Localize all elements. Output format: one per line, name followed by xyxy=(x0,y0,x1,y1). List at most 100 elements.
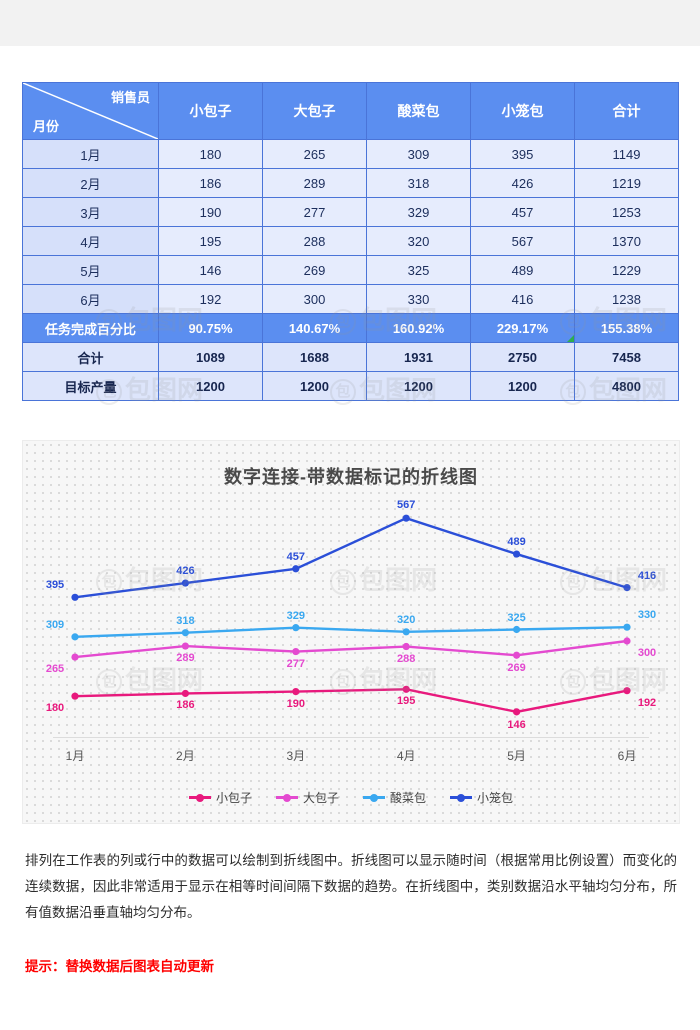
percent-cell: 229.17% xyxy=(470,313,575,343)
legend-label: 小包子 xyxy=(215,791,252,805)
comment-marker-icon xyxy=(567,335,574,342)
data-label: 395 xyxy=(45,579,65,592)
total-row-label: 合计 xyxy=(22,342,159,372)
data-label: 186 xyxy=(176,699,195,712)
sales-table: 销售员 月份 小包子 大包子 酸菜包 小笼包 合计 1月 180 265 309… xyxy=(22,82,679,401)
cell: 318 xyxy=(366,168,471,198)
legend-item[interactable]: 酸菜包 xyxy=(363,789,426,806)
col-header-2: 酸菜包 xyxy=(366,82,471,140)
cell: 195 xyxy=(158,226,263,256)
target-cell: 4800 xyxy=(574,371,679,401)
row-label: 6月 xyxy=(22,284,159,314)
target-cell: 1200 xyxy=(158,371,263,401)
col-header-3: 小笼包 xyxy=(470,82,575,140)
total-cell: 1089 xyxy=(158,342,263,372)
data-point xyxy=(71,593,79,601)
total-row: 合计 1089 1688 1931 2750 7458 xyxy=(22,342,679,372)
data-label: 426 xyxy=(176,565,195,578)
cell: 489 xyxy=(470,255,575,285)
cell: 289 xyxy=(262,168,367,198)
data-label: 320 xyxy=(397,613,416,626)
table-row: 2月 186 289 318 426 1219 xyxy=(22,168,679,198)
cell: 325 xyxy=(366,255,471,285)
corner-month-label: 月份 xyxy=(33,119,60,134)
x-tick-label: 2月 xyxy=(176,749,195,763)
table-header-row: 销售员 月份 小包子 大包子 酸菜包 小笼包 合计 xyxy=(22,82,679,140)
x-tick-label: 6月 xyxy=(617,749,637,763)
data-label: 330 xyxy=(637,609,657,622)
data-point xyxy=(513,708,521,716)
chart-plot-area xyxy=(71,514,631,716)
data-point xyxy=(513,651,521,659)
data-label: 300 xyxy=(637,647,657,659)
data-label: 192 xyxy=(637,696,657,709)
data-label: 457 xyxy=(286,550,305,563)
cell: 1370 xyxy=(574,226,679,256)
cell: 320 xyxy=(366,226,471,256)
data-label: 318 xyxy=(176,614,195,627)
data-label: 146 xyxy=(507,718,526,731)
percent-cell-text: 229.17% xyxy=(496,320,549,336)
cell: 395 xyxy=(470,139,575,169)
series-line xyxy=(74,626,628,639)
table-row: 1月 180 265 309 395 1149 xyxy=(22,139,679,169)
line-chart-card: 数字连接-带数据标记的折线图 180 186 190 195 146 192 265 289 2… xyxy=(22,440,680,824)
cell: 426 xyxy=(470,168,575,198)
legend-swatch-icon xyxy=(363,793,385,802)
data-label: 195 xyxy=(397,695,416,708)
cell: 329 xyxy=(366,197,471,227)
cell: 416 xyxy=(470,284,575,314)
cell: 1229 xyxy=(574,255,679,285)
data-point xyxy=(181,642,189,650)
data-point xyxy=(402,514,410,522)
legend-item[interactable]: 小包子 xyxy=(188,789,252,806)
data-label: 265 xyxy=(45,663,65,676)
cell: 288 xyxy=(262,226,367,256)
chart-title: 数字连接-带数据标记的折线图 xyxy=(224,467,478,487)
data-label: 567 xyxy=(397,499,416,512)
data-point xyxy=(71,692,79,700)
cell: 567 xyxy=(470,226,575,256)
table-row: 6月 192 300 330 416 1238 xyxy=(22,284,679,314)
row-label: 2月 xyxy=(22,168,159,198)
table-corner-cell: 销售员 月份 xyxy=(22,82,159,140)
tip-text: 提示：替换数据后图表自动更新 xyxy=(25,959,214,974)
total-cell: 1688 xyxy=(262,342,367,372)
x-tick-label: 1月 xyxy=(65,749,85,763)
cell: 1219 xyxy=(574,168,679,198)
data-point xyxy=(292,624,300,632)
data-label: 325 xyxy=(507,611,526,624)
data-label: 277 xyxy=(286,657,305,670)
data-point xyxy=(513,550,521,558)
data-label: 269 xyxy=(507,662,526,675)
legend-item[interactable]: 小笼包 xyxy=(450,789,513,806)
target-cell: 1200 xyxy=(366,371,471,401)
cell: 265 xyxy=(262,139,367,169)
data-point xyxy=(623,637,631,645)
x-tick-label: 5月 xyxy=(507,749,526,763)
data-point xyxy=(292,647,300,656)
sales-table-container: 销售员 月份 小包子 大包子 酸菜包 小笼包 合计 1月 180 265 309… xyxy=(22,82,679,401)
data-point xyxy=(292,565,300,573)
legend-item[interactable]: 大包子 xyxy=(275,789,339,806)
total-cell: 2750 xyxy=(470,342,575,372)
data-point xyxy=(402,685,410,693)
col-header-4: 合计 xyxy=(574,82,679,140)
cell: 180 xyxy=(158,139,263,169)
percent-cell: 90.75% xyxy=(158,313,263,343)
x-axis-tick-labels: 1月 2月 3月 4月 5月 6月 xyxy=(53,743,649,767)
data-point xyxy=(623,584,631,592)
data-point xyxy=(71,653,79,661)
corner-salesperson-label: 销售员 xyxy=(110,90,150,105)
target-cell: 1200 xyxy=(262,371,367,401)
data-label: 416 xyxy=(637,569,657,582)
series-line xyxy=(74,516,628,599)
description-text: 排列在工作表的列或行中的数据可以绘制到折线图中。折线图可以显示随时间（根据常用比… xyxy=(25,853,677,920)
data-point xyxy=(181,629,189,637)
row-label: 4月 xyxy=(22,226,159,256)
cell: 269 xyxy=(262,255,367,285)
data-label: 329 xyxy=(286,609,305,622)
cell: 300 xyxy=(262,284,367,314)
cell: 1253 xyxy=(574,197,679,227)
row-label: 5月 xyxy=(22,255,159,285)
